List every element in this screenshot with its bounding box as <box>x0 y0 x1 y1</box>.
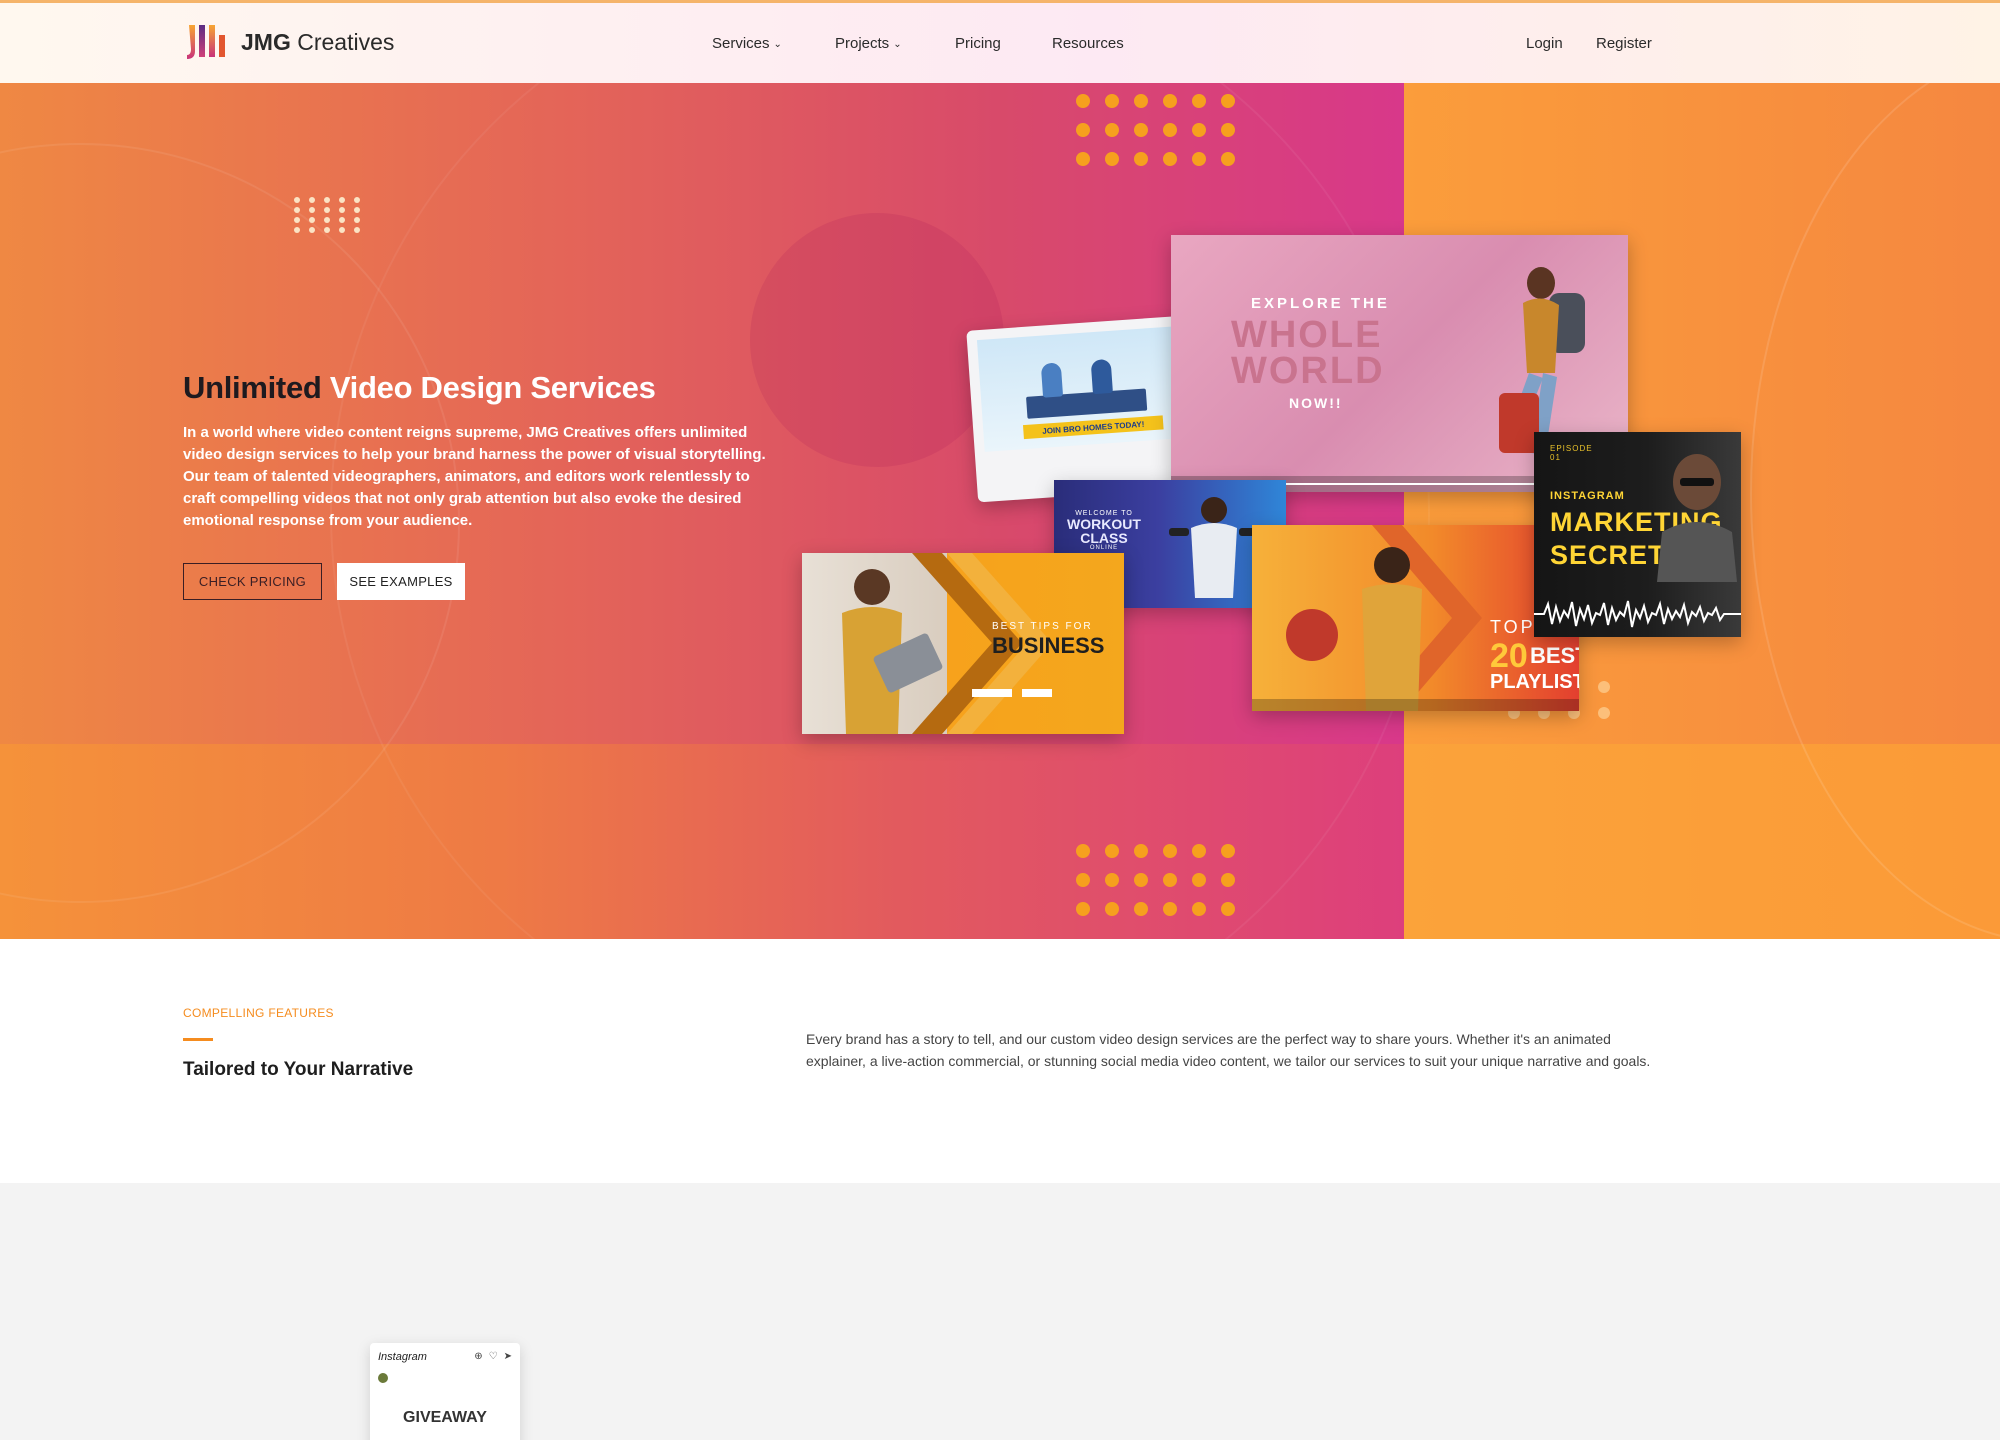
decorative-dots <box>294 197 364 233</box>
playlist-best-text: BEST <box>1530 643 1579 668</box>
send-icon: ➤ <box>503 1351 512 1362</box>
instagram-wordmark: Instagram <box>378 1351 427 1363</box>
hero-description: In a world where video content reigns su… <box>183 424 766 529</box>
features-title: Tailored to Your Narrative <box>183 1059 414 1080</box>
register-label: Register <box>1596 35 1652 52</box>
episode-number: 01 <box>1550 453 1561 462</box>
explore-line: WHOLE <box>1231 314 1383 356</box>
marketing-episode: EPISODE 01 <box>1550 444 1593 462</box>
video-thumbnail-business: BEST TIPS FOR BUSINESS <box>802 553 1124 734</box>
decorative-dots <box>1076 844 1235 916</box>
workout-line: CLASS <box>1080 530 1128 546</box>
nav-label: Pricing <box>955 35 1001 52</box>
decorative-dots <box>1076 94 1235 166</box>
marketing-insta-text: INSTAGRAM <box>1550 490 1625 502</box>
nav-item-projects[interactable]: Projects ⌄ <box>835 35 902 52</box>
video-thumbnail-marketing: EPISODE 01 INSTAGRAM MARKETING SECRETS <box>1534 432 1741 637</box>
check-pricing-button[interactable]: CHECK PRICING <box>183 563 322 600</box>
host-photo-icon <box>1657 454 1737 582</box>
avatar <box>378 1373 388 1383</box>
login-link[interactable]: Login <box>1526 35 1563 52</box>
hero-title-accent: Video Design Services <box>329 370 656 405</box>
business-small-text: BEST TIPS FOR <box>992 621 1093 632</box>
chevron-down-icon: ⌄ <box>773 39 782 50</box>
workout-line: ONLINE <box>1089 545 1119 551</box>
add-icon: ⊕ <box>474 1351 483 1362</box>
cartoon-figure <box>1040 362 1064 398</box>
login-label: Login <box>1526 35 1563 52</box>
nav-label: Services <box>712 35 770 52</box>
workout-text: WELCOME TO WORKOUT CLASS ONLINE <box>1064 510 1144 551</box>
laptop-screen: JOIN BRO HOMES TODAY! <box>976 326 1185 452</box>
showcase-section: Instagram ⊕ ♡ ➤ GIVEAWAY <box>0 1183 2000 1440</box>
nav-item-pricing[interactable]: Pricing <box>955 35 1001 52</box>
business-big-text: BUSINESS <box>992 633 1105 658</box>
explore-big-text: WHOLE WORLD <box>1231 314 1385 392</box>
explore-small-text: EXPLORE THE <box>1251 295 1390 312</box>
eyebrow-underline <box>183 1038 213 1041</box>
features-section: COMPELLING FEATURES Tailored to Your Nar… <box>0 939 2000 1183</box>
giveaway-text: GIVEAWAY <box>403 1409 487 1426</box>
register-link[interactable]: Register <box>1596 35 1652 52</box>
instagram-post-mockup: Instagram ⊕ ♡ ➤ GIVEAWAY <box>370 1343 520 1440</box>
phone-icons: ⊕ ♡ ➤ <box>474 1351 512 1362</box>
features-description: Every brand has a story to tell, and our… <box>806 1031 1651 1069</box>
hero-section: Unlimited Video Design Services In a wor… <box>0 83 2000 939</box>
hero-title-dark: Unlimited <box>183 370 322 405</box>
hero-title: Unlimited Video Design Services <box>183 370 656 406</box>
nav-label: Projects <box>835 35 890 52</box>
episode-label: EPISODE <box>1550 444 1593 453</box>
playlist-text: PLAYLIST <box>1490 671 1579 693</box>
see-examples-button[interactable]: SEE EXAMPLES <box>337 563 465 600</box>
laptop-banner: JOIN BRO HOMES TODAY! <box>1022 415 1164 440</box>
nav-item-services[interactable]: Services ⌄ <box>712 35 782 52</box>
video-thumbnail-laptop: JOIN BRO HOMES TODAY! <box>966 315 1198 503</box>
video-thumbnail-playlist: TOP 20 BEST PLAYLIST <box>1252 525 1579 711</box>
heart-icon: ♡ <box>488 1351 498 1362</box>
main-nav: Services ⌄ Projects ⌄ Pricing Resources Lo… <box>0 35 2000 59</box>
chevron-down-icon: ⌄ <box>893 39 902 50</box>
audio-wave-icon <box>1534 600 1741 628</box>
playlist-top-text: TOP <box>1490 617 1536 637</box>
explore-now-text: NOW!! <box>1289 395 1343 411</box>
nav-item-resources[interactable]: Resources <box>1052 35 1124 52</box>
top-navbar: JMG Creatives Services ⌄ Projects ⌄ Pricin… <box>0 0 2000 83</box>
features-eyebrow: COMPELLING FEATURES <box>183 1006 334 1020</box>
nav-label: Resources <box>1052 35 1124 52</box>
workout-line: WORKOUT <box>1067 516 1141 532</box>
explore-line: WORLD <box>1231 350 1385 392</box>
decorative-circle <box>750 213 1004 467</box>
cartoon-figure <box>1090 358 1113 395</box>
